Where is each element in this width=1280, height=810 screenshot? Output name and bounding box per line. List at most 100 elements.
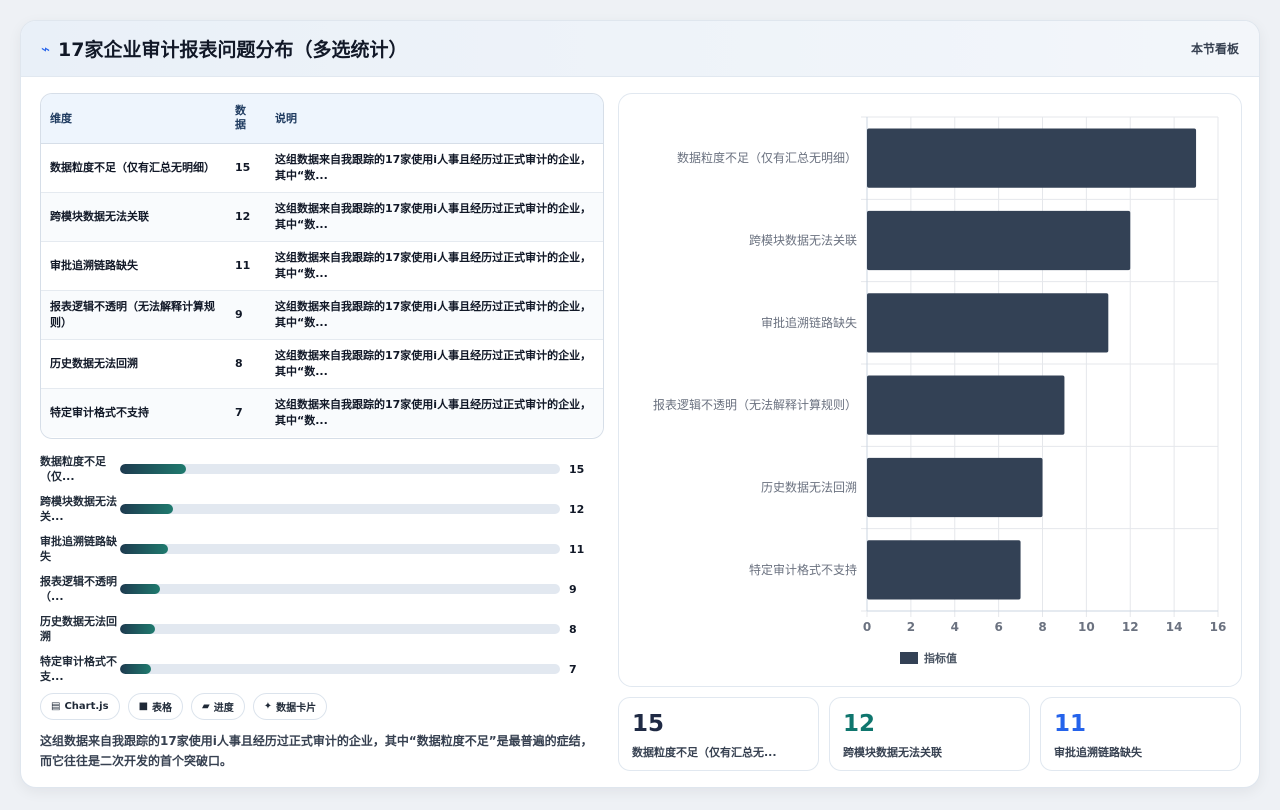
stat-label: 数据粒度不足（仅有汇总无... xyxy=(632,746,777,759)
cell-value: 11 xyxy=(226,241,266,291)
x-tick-label: 6 xyxy=(994,620,1002,634)
progress-label: 报表逻辑不透明（... xyxy=(40,575,117,603)
cell-dimension: 历史数据无法回溯 xyxy=(41,339,226,389)
column-header-description[interactable]: 说明 xyxy=(266,94,603,144)
progress-fill xyxy=(120,624,156,634)
page-title: 17家企业审计报表问题分布（多选统计） xyxy=(58,39,408,61)
x-tick-label: 4 xyxy=(951,620,959,634)
progress-value: 7 xyxy=(569,662,577,676)
progress-label: 历史数据无法回溯 xyxy=(40,615,117,643)
bar xyxy=(867,210,1131,271)
sparkle-icon: ✦ xyxy=(263,701,273,712)
chip-label: 进度 xyxy=(213,703,234,714)
cell-description: 这组数据来自我跟踪的17家使用i人事且经历过正式审计的企业，其中“数... xyxy=(266,241,603,291)
stat-value: 15 xyxy=(632,711,665,737)
cell-value: 12 xyxy=(226,192,266,242)
stat-card: 12 跨模块数据无法关联 xyxy=(829,697,1030,771)
x-tick-label: 2 xyxy=(907,620,915,634)
chip-progress[interactable]: ▰ 进度 xyxy=(191,693,245,720)
bar xyxy=(867,540,1021,600)
progress-value: 8 xyxy=(569,622,577,636)
progress-track xyxy=(120,464,560,474)
table-row: 特定审计格式不支持 7 这组数据来自我跟踪的17家使用i人事且经历过正式审计的企业，… xyxy=(41,388,603,437)
table-icon: ■ xyxy=(138,701,149,712)
progress-row: 特定审计格式不支... 7 xyxy=(40,649,600,689)
x-tick-label: 16 xyxy=(1210,620,1227,634)
dashboard-card: ⌁ 17家企业审计报表问题分布（多选统计） 本节看板 维度 数据 说明 数据粒度… xyxy=(20,20,1260,788)
card-header: ⌁ 17家企业审计报表问题分布（多选统计） 本节看板 xyxy=(21,21,1259,77)
cell-description: 这组数据来自我跟踪的17家使用i人事且经历过正式审计的企业，其中“数... xyxy=(275,397,592,427)
x-tick-label: 10 xyxy=(1078,620,1095,634)
x-tick-label: 0 xyxy=(863,620,871,634)
stat-value: 11 xyxy=(1054,711,1087,737)
progress-row: 数据粒度不足（仅... 15 xyxy=(40,449,600,489)
table-row: 历史数据无法回溯 8 这组数据来自我跟踪的17家使用i人事且经历过正式审计的企业，其… xyxy=(41,339,603,389)
stat-card: 11 审批追溯链路缺失 xyxy=(1040,697,1241,771)
progress-row: 跨模块数据无法关... 12 xyxy=(40,489,600,529)
progress-track xyxy=(120,544,560,554)
cell-value: 8 xyxy=(226,339,266,389)
cell-dimension: 报表逻辑不透明（无法解释计算规则） xyxy=(41,290,226,340)
bar-chart-svg: 数据粒度不足（仅有汇总无明细） 跨模块数据无法关联审批追溯链路缺失报表逻辑不透明（… xyxy=(653,116,1227,665)
summary-note: 这组数据来自我跟踪的17家使用i人事且经历过正式审计的企业，其中“数据粒度不足”… xyxy=(40,734,593,768)
table-row: 跨模块数据无法关联 12 这组数据来自我跟踪的17家使用i人事且经历过正式审计的企业… xyxy=(41,192,603,242)
cell-value: 7 xyxy=(235,405,243,419)
bar xyxy=(867,375,1065,435)
progress-value: 9 xyxy=(569,582,577,596)
category-label: 跨模块数据无法关联 xyxy=(749,233,857,248)
stat-cards: 15 数据粒度不足（仅有汇总无... 12 跨模块数据无法关联 11 审批追溯链路缺失 xyxy=(618,697,1241,771)
category-label: 特定审计格式不支持 xyxy=(749,562,857,577)
cell-dimension: 数据粒度不足（仅有汇总无明细） xyxy=(41,143,226,193)
data-table: 维度 数据 说明 数据粒度不足（仅有汇总无明细） 15 这组数据来自我跟踪的17家使… xyxy=(40,93,604,439)
chip-label: 表格 xyxy=(152,703,173,714)
stat-label: 跨模块数据无法关联 xyxy=(843,746,942,759)
cell-dimension: 审批追溯链路缺失 xyxy=(41,241,226,291)
cell-value: 15 xyxy=(226,143,266,193)
progress-value: 15 xyxy=(569,462,585,476)
stat-value: 12 xyxy=(843,711,876,737)
dashboard-link[interactable]: 本节看板 xyxy=(1191,40,1239,57)
stat-label: 审批追溯链路缺失 xyxy=(1054,746,1142,759)
legend-swatch xyxy=(900,652,918,664)
progress-fill xyxy=(120,584,160,594)
view-chips: ▤ Chart.js ■ 表格 ▰ 进度 ✦ 数据卡片 xyxy=(40,693,328,720)
table-row: 审批追溯链路缺失 11 这组数据来自我跟踪的17家使用i人事且经历过正式审计的企业，… xyxy=(41,241,603,291)
chip-label: Chart.js xyxy=(64,701,109,712)
bar-chart: 数据粒度不足（仅有汇总无明细） 跨模块数据无法关联 审批追溯链路缺失 报表逻辑不透明（… xyxy=(618,93,1242,687)
cell-description: 这组数据来自我跟踪的17家使用i人事且经历过正式审计的企业，其中“数... xyxy=(266,290,603,340)
x-tick-label: 12 xyxy=(1122,620,1139,634)
cell-value: 9 xyxy=(226,290,266,340)
legend-label: 指标值 xyxy=(924,651,957,665)
bar xyxy=(867,128,1197,188)
cell-description: 这组数据来自我跟踪的17家使用i人事且经历过正式审计的企业，其中“数... xyxy=(266,339,603,389)
column-header-value[interactable]: 数据 xyxy=(226,94,266,144)
progress-track xyxy=(120,584,560,594)
x-tick-label: 14 xyxy=(1166,620,1183,634)
progress-label: 特定审计格式不支... xyxy=(40,655,117,683)
cell-dimension: 跨模块数据无法关联 xyxy=(41,192,226,242)
table-row: 报表逻辑不透明（无法解释计算规则） 9 这组数据来自我跟踪的17家使用i人事且经历过… xyxy=(41,290,603,340)
chip-table[interactable]: ■ 表格 xyxy=(127,693,184,720)
progress-icon: ▰ xyxy=(202,701,210,712)
bar xyxy=(867,457,1043,518)
sparkline-icon: ⌁ xyxy=(41,39,51,58)
column-header-dimension[interactable]: 维度 xyxy=(41,94,226,144)
table-header-row: 维度 数据 说明 xyxy=(41,94,603,144)
chip-sparkle[interactable]: ✦ 数据卡片 xyxy=(252,693,328,720)
cell-description: 这组数据来自我跟踪的17家使用i人事且经历过正式审计的企业，其中“数... xyxy=(266,143,603,193)
category-label: 审批追溯链路缺失 xyxy=(761,315,857,330)
progress-label: 跨模块数据无法关... xyxy=(40,495,117,523)
progress-fill xyxy=(120,504,173,514)
category-label: 报表逻辑不透明（无法解释计算规则） xyxy=(653,397,857,412)
progress-value: 12 xyxy=(569,502,585,516)
chip-label: 数据卡片 xyxy=(276,703,317,714)
table-row: 数据粒度不足（仅有汇总无明细） 15 这组数据来自我跟踪的17家使用i人事且经历过正… xyxy=(41,143,603,193)
progress-row: 审批追溯链路缺失 11 xyxy=(40,529,600,569)
progress-fill xyxy=(120,544,169,554)
progress-list: 数据粒度不足（仅... 15 跨模块数据无法关... 12 审批追溯链路缺失 11 报表逻辑… xyxy=(40,449,600,689)
progress-track xyxy=(120,504,560,514)
progress-track xyxy=(120,664,560,674)
chip-chart[interactable]: ▤ Chart.js xyxy=(40,693,120,720)
progress-label: 数据粒度不足（仅... xyxy=(40,455,106,483)
bar xyxy=(867,293,1109,353)
